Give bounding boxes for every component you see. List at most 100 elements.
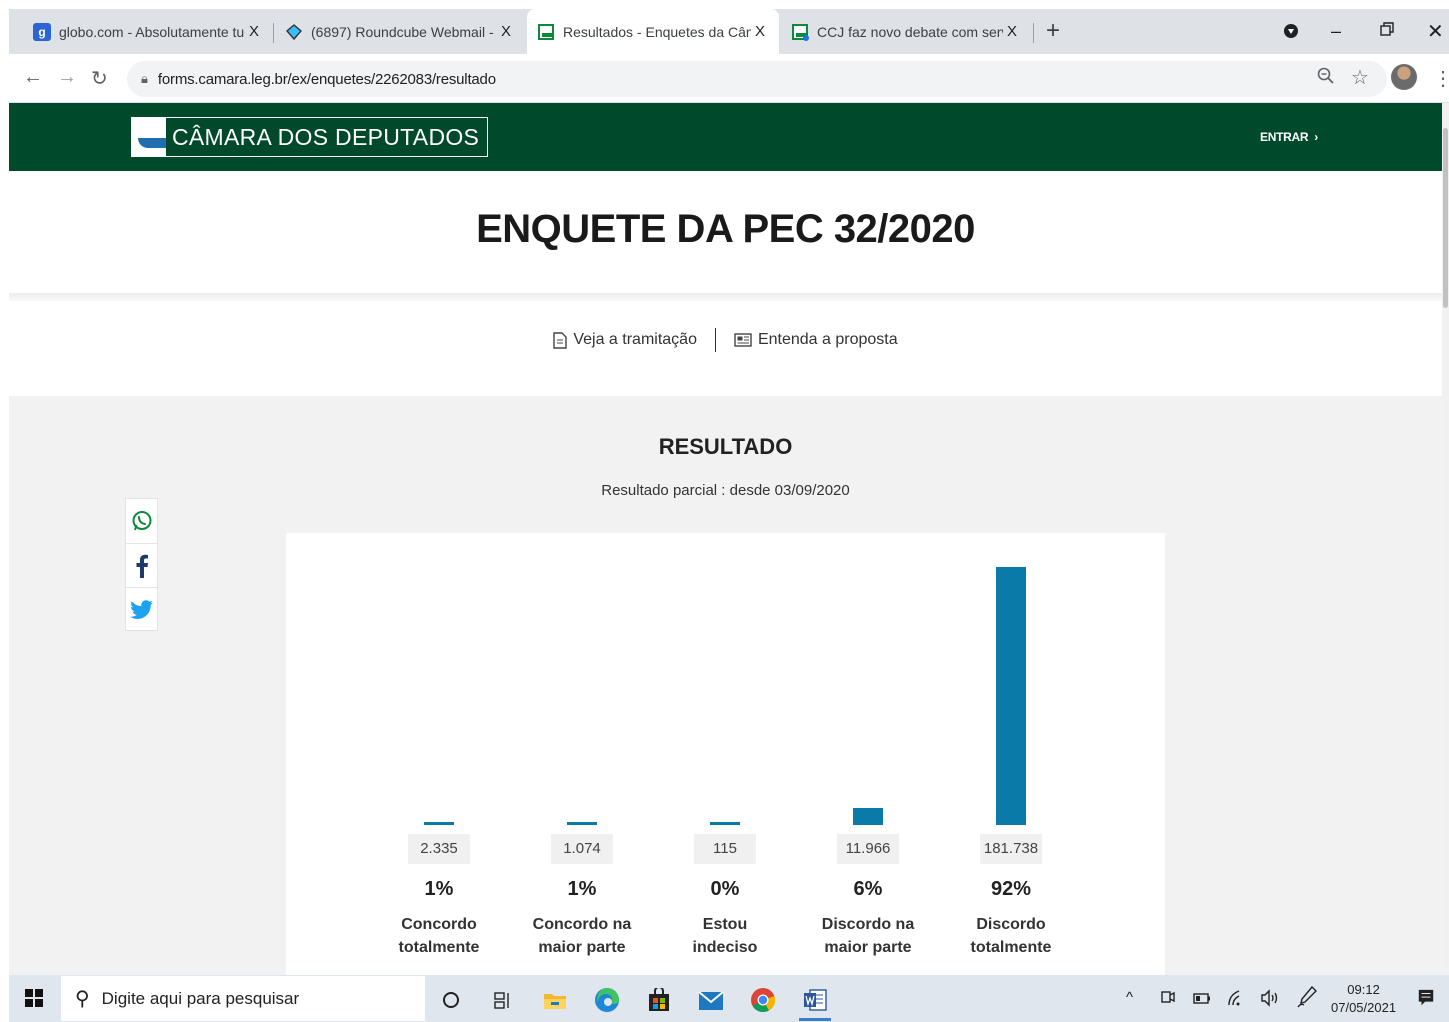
taskbar-search-box[interactable]: ⚲ Digite aqui para pesquisar <box>61 976 425 1021</box>
camara-logo-mark <box>132 118 166 156</box>
new-tab-button[interactable]: + <box>1046 17 1060 45</box>
tab-roundcube[interactable]: (6897) Roundcube Webmail - WE X <box>275 9 525 54</box>
reload-icon[interactable]: ↻ <box>91 66 108 91</box>
percent-label: 6% <box>853 878 883 900</box>
category-label-line: indeciso <box>692 939 758 956</box>
login-link[interactable]: ENTRAR › <box>1260 130 1318 144</box>
camara-favicon-icon <box>792 23 809 41</box>
logo-text: CÂMARA DOS DEPUTADOS <box>172 123 480 150</box>
tab-title: CCJ faz novo debate com servidor <box>817 23 1003 40</box>
restore-icon[interactable] <box>1380 22 1394 36</box>
chrome-icon[interactable] <box>749 986 777 1014</box>
wifi-icon[interactable] <box>1227 989 1245 1007</box>
title-divider <box>9 293 1442 301</box>
chart-bar <box>853 808 883 825</box>
category-label: Concordo na maior parte <box>517 913 647 959</box>
media-control-icon[interactable] <box>1283 23 1299 39</box>
tramitacao-link[interactable]: Veja a tramitação <box>553 331 697 349</box>
search-icon: ⚲ <box>75 988 90 1010</box>
address-bar[interactable]: 🔒︎ forms.camara.leg.br/ex/enquetes/22620… <box>127 61 1387 97</box>
forward-icon[interactable]: → <box>57 66 77 89</box>
profile-avatar[interactable] <box>1391 64 1417 90</box>
category-label-line: totalmente <box>970 939 1052 956</box>
vote-count-label: 181.738 <box>980 834 1042 864</box>
tab-title: globo.com - Absolutamente tudo <box>59 23 245 40</box>
percent-label: 1% <box>424 878 454 900</box>
results-chart: 2.335 1% Concordo totalmente 1.074 1% Concordo… <box>286 533 1165 975</box>
facebook-icon <box>136 554 148 578</box>
battery-icon[interactable] <box>1193 993 1211 1004</box>
percent-label: 0% <box>710 878 740 900</box>
proposal-links: Veja a tramitação Entenda a proposta <box>9 328 1442 352</box>
bookmark-star-icon[interactable]: ☆ <box>1351 65 1369 90</box>
chart-bar <box>996 567 1026 825</box>
vote-count-label: 115 <box>694 834 756 864</box>
clock-time: 09:12 <box>1347 982 1380 997</box>
twitter-share-button[interactable] <box>126 587 157 631</box>
link-separator <box>714 328 716 352</box>
scrollbar-thumb[interactable] <box>1443 128 1448 308</box>
chevron-right-icon: › <box>1314 130 1318 144</box>
active-app-indicator <box>799 1018 831 1021</box>
vote-count-label: 11.966 <box>837 834 899 864</box>
tab-separator <box>273 23 274 43</box>
windows-start-icon[interactable] <box>25 989 43 1007</box>
facebook-share-button[interactable] <box>126 543 157 587</box>
menu-kebab-icon[interactable]: ⋮ <box>1433 66 1449 91</box>
tab-close-icon[interactable]: X <box>1003 23 1021 40</box>
vote-count-label: 1.074 <box>551 834 613 864</box>
taskbar-search-placeholder: Digite aqui para pesquisar <box>101 988 300 1008</box>
site-header: CÂMARA DOS DEPUTADOS ENTRAR › <box>9 103 1442 171</box>
camara-logo[interactable]: CÂMARA DOS DEPUTADOS <box>131 117 489 157</box>
word-icon[interactable] <box>801 986 829 1014</box>
globo-favicon-icon: g <box>33 22 51 41</box>
back-icon[interactable]: ← <box>23 66 43 89</box>
tab-title: (6897) Roundcube Webmail - WE <box>311 23 497 40</box>
close-window-icon[interactable]: ✕ <box>1427 19 1444 44</box>
chart-bar <box>424 822 454 825</box>
pen-workspace-icon[interactable] <box>1297 986 1317 1008</box>
meet-now-icon[interactable] <box>1159 989 1175 1007</box>
category-label-line: maior parte <box>538 939 626 956</box>
tab-close-icon[interactable]: X <box>751 23 769 40</box>
roundcube-favicon-icon <box>286 23 302 40</box>
tray-chevron-up-icon[interactable]: ^ <box>1126 989 1133 1006</box>
edge-browser-icon[interactable] <box>593 986 621 1014</box>
twitter-icon <box>129 599 153 619</box>
mail-icon[interactable] <box>697 986 725 1014</box>
proposta-link[interactable]: Entenda a proposta <box>734 331 898 349</box>
zoom-icon[interactable] <box>1317 67 1334 84</box>
category-label-line: Estou <box>702 916 748 933</box>
cortana-icon[interactable] <box>437 986 465 1014</box>
whatsapp-share-button[interactable] <box>126 499 157 543</box>
percent-label: 92% <box>990 878 1032 900</box>
category-label-line: maior parte <box>824 939 912 956</box>
system-clock[interactable]: 09:12 07/05/2021 <box>1331 981 1396 1017</box>
category-label: Estou indeciso <box>660 913 790 959</box>
minimize-icon[interactable]: – <box>1331 21 1341 42</box>
file-explorer-icon[interactable] <box>541 986 569 1014</box>
tab-globo[interactable]: g globo.com - Absolutamente tudo X <box>23 9 273 54</box>
clock-date: 07/05/2021 <box>1331 1000 1397 1015</box>
category-label: Discordo totalmente <box>946 913 1076 959</box>
notifications-icon[interactable] <box>1417 989 1435 1007</box>
proposta-label: Entenda a proposta <box>757 331 898 348</box>
whatsapp-icon <box>132 511 151 531</box>
tab-resultados[interactable]: Resultados - Enquetes da Câmara X <box>527 9 779 54</box>
tab-close-icon[interactable]: X <box>245 23 263 40</box>
volume-icon[interactable] <box>1260 989 1280 1007</box>
camara-favicon-icon <box>538 23 554 40</box>
newspaper-icon <box>734 333 752 347</box>
category-label-line: Discordo <box>976 916 1046 933</box>
web-page: CÂMARA DOS DEPUTADOS ENTRAR › ENQUETE DA… <box>9 103 1442 975</box>
category-label: Concordo totalmente <box>374 913 504 959</box>
tab-bar: g globo.com - Absolutamente tudo X (6897… <box>9 9 1449 54</box>
share-bar <box>125 498 158 631</box>
browser-toolbar: ← → ↻ 🔒︎ forms.camara.leg.br/ex/enquetes… <box>9 54 1449 103</box>
tab-close-icon[interactable]: X <box>497 23 515 40</box>
page-scrollbar[interactable] <box>1442 103 1449 975</box>
store-icon[interactable] <box>645 986 673 1014</box>
task-view-icon[interactable] <box>489 986 517 1014</box>
tab-ccj[interactable]: CCJ faz novo debate com servidor X <box>781 9 1031 54</box>
category-label-line: Concordo <box>401 916 477 933</box>
